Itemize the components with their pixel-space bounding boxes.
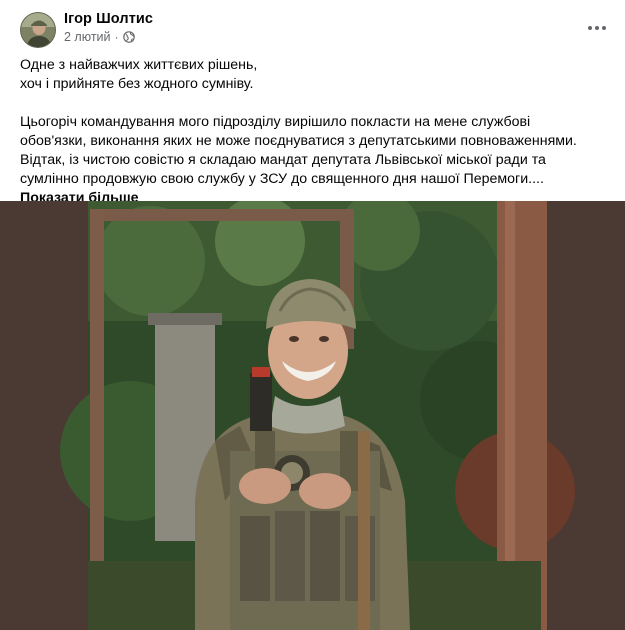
more-options-button[interactable] <box>583 14 611 42</box>
post-photo[interactable] <box>0 201 625 630</box>
avatar-image <box>21 13 55 47</box>
author-avatar[interactable] <box>20 12 56 48</box>
post-text-line: Одне з найважчих життєвих рішень, <box>20 57 258 73</box>
post-text-line: Відтак, із чистою совістю я складаю манд… <box>20 152 546 168</box>
post-text-line: обов'язки, виконання яких не може поєдну… <box>20 133 577 149</box>
facebook-post: Ігор Шолтис 2 лютий · Одне з найважчих ж… <box>0 0 625 630</box>
post-text-line: Цьогоріч командування мого підрозділу ви… <box>20 114 531 130</box>
photo-image <box>0 201 625 630</box>
post-meta: 2 лютий · <box>64 30 135 44</box>
post-text-line: хоч і прийняте без жодного сумніву. <box>20 76 254 92</box>
globe-icon[interactable] <box>122 31 135 43</box>
more-options-icon <box>588 26 592 30</box>
post-text: Одне з найважчих життєвих рішень, хоч і … <box>20 56 620 208</box>
post-timestamp[interactable]: 2 лютий <box>64 30 111 44</box>
meta-separator: · <box>114 30 119 44</box>
post-text-line: сумлінно продовжую свою службу у ЗСУ до … <box>20 171 544 187</box>
post-text-blank-line <box>20 94 620 113</box>
author-name[interactable]: Ігор Шолтис <box>64 11 153 27</box>
post-header: Ігор Шолтис 2 лютий · <box>0 0 625 56</box>
